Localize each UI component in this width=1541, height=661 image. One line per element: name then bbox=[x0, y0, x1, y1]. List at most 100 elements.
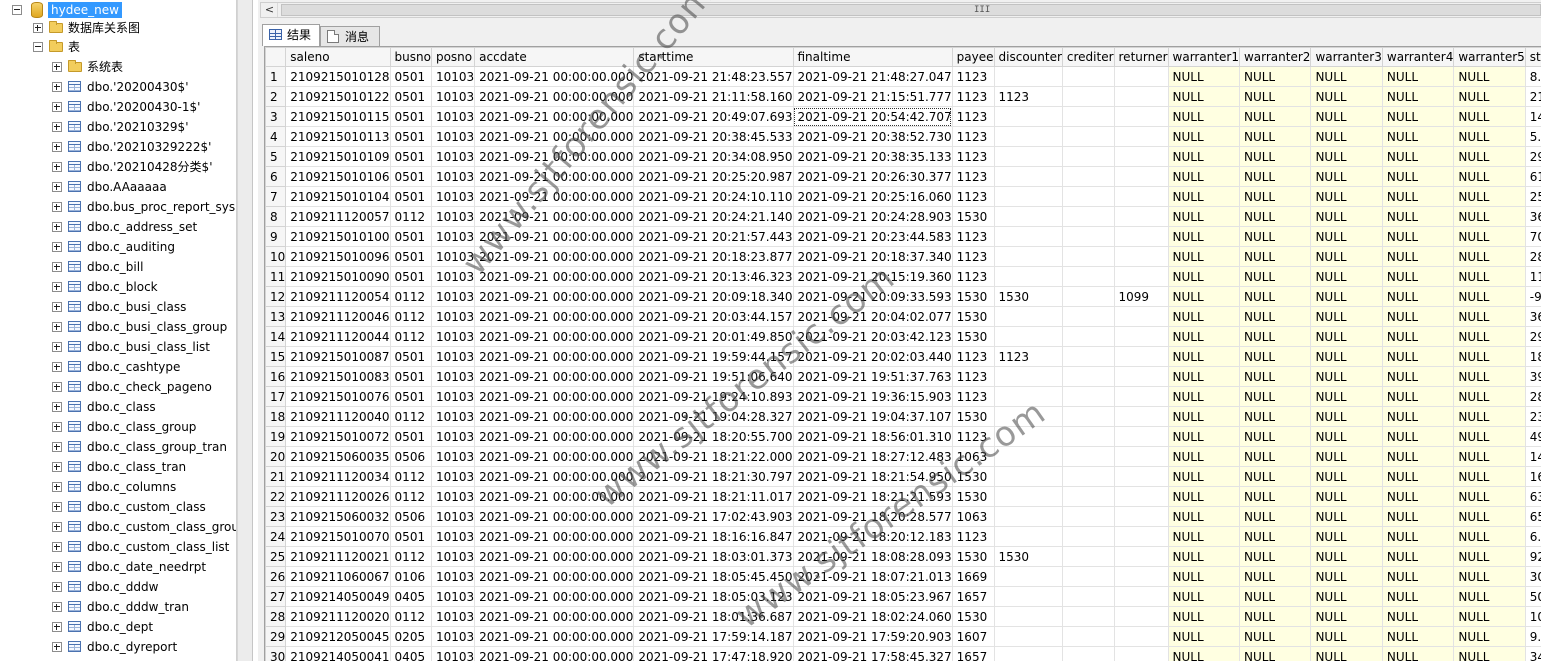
grid-cell[interactable]: 2021-09-21 00:00:00.000 bbox=[474, 186, 635, 207]
grid-cell[interactable]: NULL bbox=[1238, 266, 1312, 287]
grid-cell[interactable]: 2021-09-21 19:04:28.327 bbox=[633, 406, 794, 427]
grid-cell[interactable]: 0501 bbox=[389, 266, 432, 287]
grid-cell[interactable]: 2021-09-21 18:02:24.060 bbox=[792, 606, 953, 627]
grid-cell[interactable]: 1099 bbox=[1113, 286, 1169, 307]
grid-cell[interactable]: 0112 bbox=[389, 326, 432, 347]
expand-icon[interactable] bbox=[52, 162, 62, 172]
tree-table-item[interactable]: dbo.c_block bbox=[0, 277, 236, 297]
grid-cell[interactable]: 0501 bbox=[389, 166, 432, 187]
grid-cell[interactable]: NULL bbox=[1453, 486, 1526, 507]
grid-cell[interactable]: 2109211120044 bbox=[285, 326, 391, 347]
grid-cell[interactable]: 10103 bbox=[430, 406, 476, 427]
grid-cell[interactable]: 2021-09-21 20:03:42.123 bbox=[792, 326, 953, 347]
grid-cell[interactable]: 14.8000 bbox=[1524, 106, 1541, 127]
tab-messages[interactable]: 消息 bbox=[320, 26, 380, 46]
grid-cell[interactable]: 2021-09-21 18:27:12.483 bbox=[792, 446, 953, 467]
grid-cell[interactable]: 2109211120026 bbox=[285, 486, 391, 507]
grid-cell[interactable]: 10103 bbox=[430, 346, 476, 367]
grid-cell[interactable]: 2021-09-21 20:02:03.440 bbox=[792, 346, 953, 367]
grid-cell[interactable]: 65.8000 bbox=[1524, 506, 1541, 527]
grid-cell[interactable] bbox=[1113, 386, 1169, 407]
grid-cell[interactable]: NULL bbox=[1310, 446, 1383, 467]
column-header-payee[interactable]: payee bbox=[951, 47, 995, 67]
grid-cell[interactable]: 0112 bbox=[389, 466, 432, 487]
grid-cell[interactable]: 0506 bbox=[389, 506, 432, 527]
grid-cell[interactable]: 118.0000 bbox=[1524, 266, 1541, 287]
grid-cell[interactable]: 2021-09-21 18:20:55.700 bbox=[633, 426, 794, 447]
grid-cell[interactable]: 2109215010113 bbox=[285, 126, 391, 147]
column-header-warranter5[interactable]: warranter5 bbox=[1453, 47, 1526, 67]
grid-cell[interactable]: 2021-09-21 18:05:03.123 bbox=[633, 586, 794, 607]
grid-cell[interactable]: NULL bbox=[1310, 126, 1383, 147]
grid-cell[interactable]: 2109211120046 bbox=[285, 306, 391, 327]
grid-cell[interactable]: 10103 bbox=[430, 246, 476, 267]
grid-cell[interactable]: 2021-09-21 20:49:07.693 bbox=[633, 106, 794, 127]
row-number[interactable]: 6 bbox=[265, 166, 287, 187]
grid-cell[interactable]: 1063 bbox=[951, 506, 995, 527]
grid-cell[interactable]: NULL bbox=[1453, 606, 1526, 627]
grid-cell[interactable]: 2109215010106 bbox=[285, 166, 391, 187]
grid-cell[interactable]: NULL bbox=[1310, 106, 1383, 127]
grid-cell[interactable]: NULL bbox=[1238, 426, 1312, 447]
grid-cell[interactable] bbox=[1113, 146, 1169, 167]
grid-cell[interactable]: 10103 bbox=[430, 286, 476, 307]
grid-cell[interactable]: 0501 bbox=[389, 86, 432, 107]
grid-cell[interactable]: 2021-09-21 20:38:52.730 bbox=[792, 126, 953, 147]
row-number[interactable]: 2 bbox=[265, 86, 287, 107]
grid-cell[interactable]: 0501 bbox=[389, 126, 432, 147]
grid-cell[interactable] bbox=[1113, 126, 1169, 147]
grid-cell[interactable]: NULL bbox=[1310, 586, 1383, 607]
grid-cell[interactable]: NULL bbox=[1310, 526, 1383, 547]
grid-cell[interactable]: 2109215010104 bbox=[285, 186, 391, 207]
grid-cell[interactable]: NULL bbox=[1381, 586, 1455, 607]
grid-cell[interactable]: 1123 bbox=[951, 146, 995, 167]
grid-cell[interactable]: 1530 bbox=[993, 286, 1063, 307]
grid-cell[interactable]: NULL bbox=[1381, 206, 1455, 227]
tree-table-item[interactable]: dbo.c_class_tran bbox=[0, 457, 236, 477]
grid-cell[interactable] bbox=[1113, 526, 1169, 547]
tree-table-item[interactable]: dbo.bus_proc_report_sys bbox=[0, 197, 236, 217]
grid-cell[interactable]: NULL bbox=[1238, 466, 1312, 487]
table-row[interactable]: 18 2109211120040 0112 10103 2021-09-21 00:00… bbox=[265, 406, 1541, 427]
row-number[interactable]: 21 bbox=[265, 466, 287, 487]
column-header-crediter[interactable]: crediter bbox=[1061, 47, 1115, 67]
grid-cell[interactable]: 1063 bbox=[951, 446, 995, 467]
scroll-left-icon[interactable]: < bbox=[262, 3, 278, 17]
grid-cell[interactable]: 2021-09-21 20:09:18.340 bbox=[633, 286, 794, 307]
table-row[interactable]: 7 2109215010104 0501 10103 2021-09-21 00:00:… bbox=[265, 186, 1541, 207]
tree-table-item[interactable]: dbo.c_custom_class bbox=[0, 497, 236, 517]
grid-cell[interactable]: 2021-09-21 18:21:54.950 bbox=[792, 466, 953, 487]
grid-cell[interactable]: 0112 bbox=[389, 486, 432, 507]
tree-tables-folder[interactable]: 表 bbox=[0, 37, 236, 57]
grid-cell[interactable]: 2021-09-21 00:00:00.000 bbox=[474, 646, 635, 661]
grid-cell[interactable]: 1657 bbox=[951, 646, 995, 661]
tree-table-item[interactable]: dbo.'20210428分类$' bbox=[0, 157, 236, 177]
table-row[interactable]: 19 2109215010072 0501 10103 2021-09-21 00:00… bbox=[265, 426, 1541, 447]
grid-cell[interactable]: 2021-09-21 19:36:15.903 bbox=[792, 386, 953, 407]
scrollbar-thumb[interactable]: III bbox=[281, 4, 1541, 16]
row-number[interactable]: 26 bbox=[265, 566, 287, 587]
table-row[interactable]: 16 2109215010083 0501 10103 2021-09-21 00:00… bbox=[265, 366, 1541, 387]
collapse-icon[interactable] bbox=[33, 42, 43, 52]
grid-cell[interactable]: 2109215060032 bbox=[285, 506, 391, 527]
grid-cell[interactable]: 1607 bbox=[951, 626, 995, 647]
grid-cell[interactable] bbox=[993, 586, 1063, 607]
grid-cell[interactable]: 1123 bbox=[951, 166, 995, 187]
grid-cell[interactable]: 2109215010096 bbox=[285, 246, 391, 267]
grid-cell[interactable]: NULL bbox=[1167, 506, 1240, 527]
grid-cell[interactable] bbox=[1061, 206, 1115, 227]
expand-icon[interactable] bbox=[52, 102, 62, 112]
grid-cell[interactable]: 2021-09-21 20:24:21.140 bbox=[633, 206, 794, 227]
grid-cell[interactable]: NULL bbox=[1238, 486, 1312, 507]
grid-cell[interactable]: NULL bbox=[1381, 66, 1455, 87]
grid-cell[interactable]: 2021-09-21 21:48:27.047 bbox=[792, 66, 953, 87]
grid-cell[interactable]: 1123 bbox=[951, 346, 995, 367]
grid-cell[interactable]: NULL bbox=[1167, 246, 1240, 267]
grid-cell[interactable]: NULL bbox=[1381, 606, 1455, 627]
table-row[interactable]: 2 2109215010122 0501 10103 2021-09-21 00:00:… bbox=[265, 86, 1541, 107]
grid-cell[interactable] bbox=[1061, 126, 1115, 147]
grid-cell[interactable]: 1530 bbox=[951, 606, 995, 627]
grid-cell[interactable]: 2109215010083 bbox=[285, 366, 391, 387]
grid-cell[interactable]: NULL bbox=[1381, 286, 1455, 307]
grid-cell[interactable]: 2021-09-21 20:01:49.850 bbox=[633, 326, 794, 347]
